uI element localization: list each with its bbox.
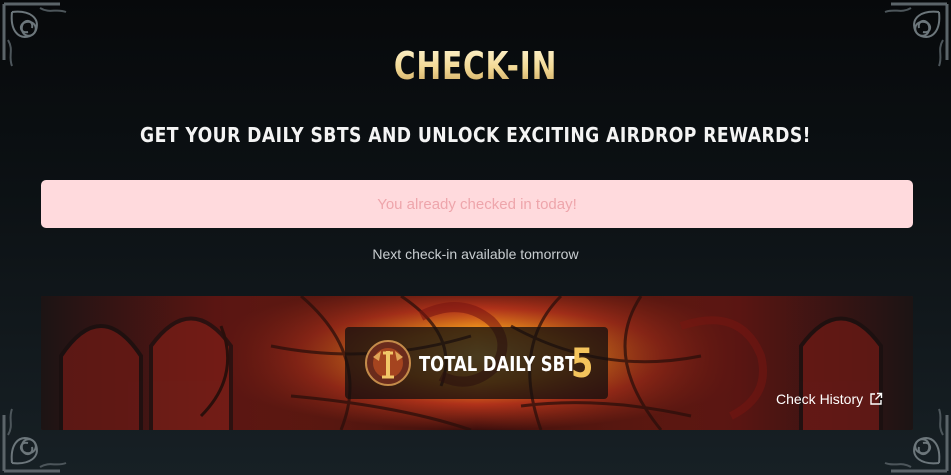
page-subtitle: GET YOUR DAILY SBTS AND UNLOCK EXCITING … (140, 123, 811, 147)
checkin-status-message: You already checked in today! (377, 195, 577, 213)
next-checkin-note: Next check-in available tomorrow (372, 246, 579, 262)
total-sbt-panel: TOTAL DAILY SBT 5 (345, 327, 608, 399)
dragon-medal-icon (365, 340, 411, 386)
external-link-icon (870, 392, 883, 405)
checkin-status-banner: You already checked in today! (41, 180, 913, 228)
sbt-banner: TOTAL DAILY SBT 5 Check History (41, 296, 913, 430)
total-sbt-label: TOTAL DAILY SBT (419, 352, 577, 376)
check-history-link[interactable]: Check History (776, 391, 883, 407)
corner-ornament-icon (884, 2, 949, 67)
total-sbt-value: 5 (571, 341, 594, 387)
corner-ornament-icon (2, 2, 67, 67)
page-title: CHECK-IN (105, 44, 847, 88)
check-history-label: Check History (776, 391, 864, 407)
